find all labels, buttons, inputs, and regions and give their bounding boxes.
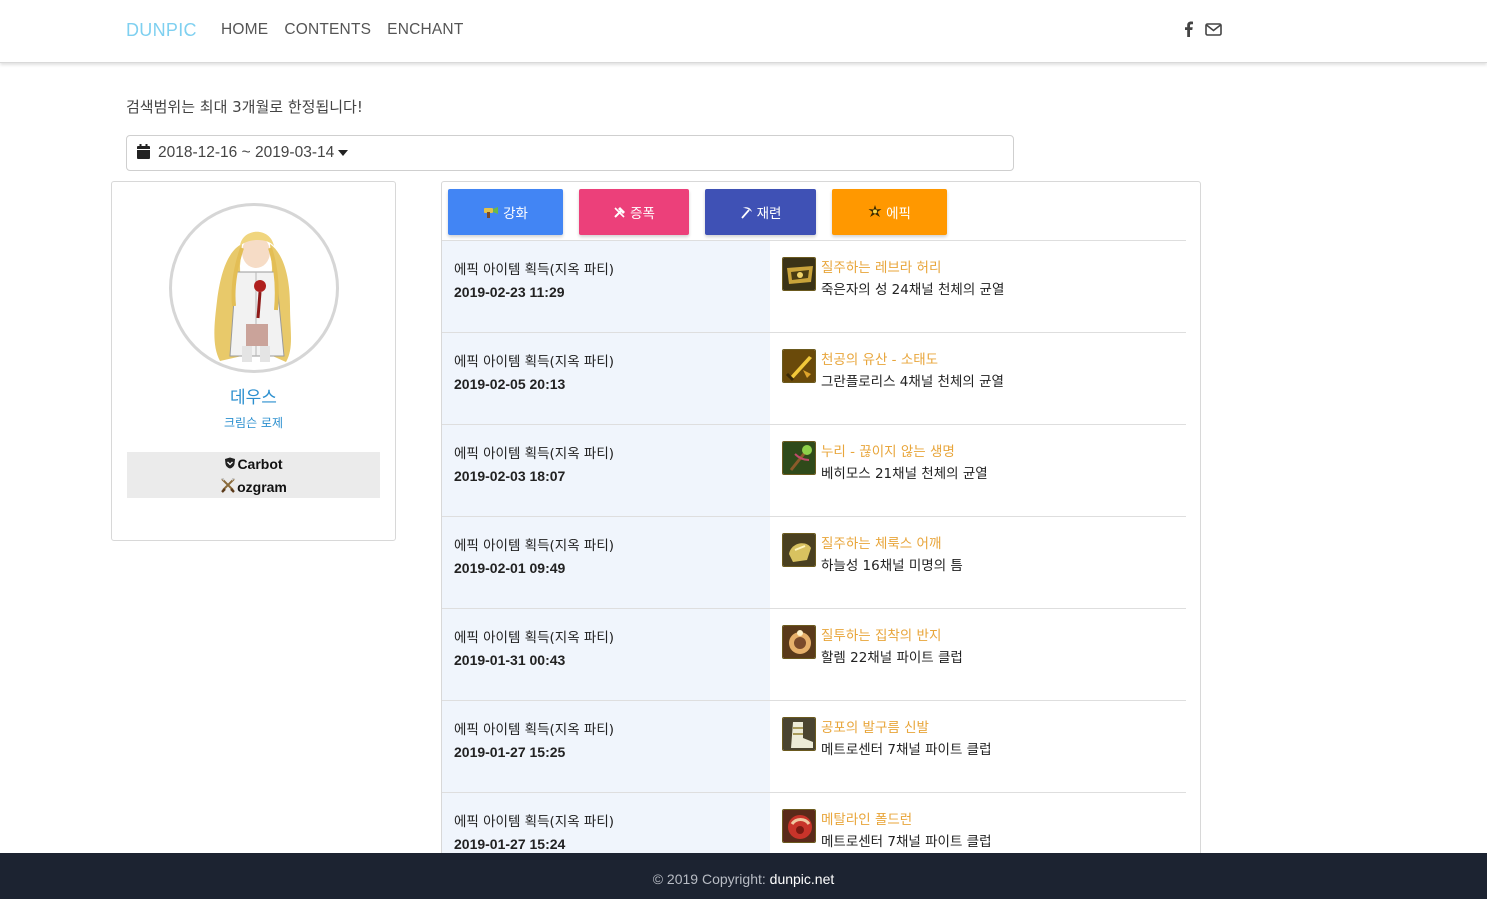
timeline-row: 에픽 아이템 획득(지옥 파티) 2019-02-03 18:07 누리 - 끊… xyxy=(442,424,1186,516)
item-name[interactable]: 질투하는 집착의 반지 xyxy=(821,625,941,647)
item-location: 죽은자의 성 24채널 천체의 균열 xyxy=(821,282,1005,298)
waist-armor-icon[interactable] xyxy=(782,257,816,291)
character-name[interactable]: 데우스 xyxy=(112,383,395,408)
timeline-row-meta: 에픽 아이템 획득(지옥 파티) 2019-02-05 20:13 xyxy=(442,333,770,424)
footer-copyright: © 2019 Copyright: xyxy=(652,871,770,887)
nav-link-enchant[interactable]: ENCHANT xyxy=(387,21,463,39)
nav-link-home[interactable]: HOME xyxy=(221,21,268,39)
pickaxe-icon xyxy=(740,206,753,219)
crossed-swords-icon xyxy=(220,477,237,496)
filter-refine-label: 재련 xyxy=(756,206,782,222)
event-datetime: 2019-02-23 11:29 xyxy=(454,284,565,300)
nav-links: HOME CONTENTS ENCHANT xyxy=(221,21,464,39)
item-name[interactable]: 질주하는 체룩스 어깨 xyxy=(821,533,941,555)
adventure-name: Carbot xyxy=(237,455,283,472)
timeline-row-meta: 에픽 아이템 획득(지옥 파티) 2019-01-31 00:43 xyxy=(442,609,770,700)
event-datetime: 2019-02-05 20:13 xyxy=(454,376,566,392)
timeline-row: 에픽 아이템 획득(지옥 파티) 2019-02-01 09:49 질주하는 체… xyxy=(442,516,1186,608)
filter-amplify-label: 증폭 xyxy=(630,206,655,222)
item-name[interactable]: 천공의 유산 - 소태도 xyxy=(821,349,938,371)
pauldron-icon[interactable] xyxy=(782,809,816,843)
timeline-panel: 강화 증폭 재련 에픽 에픽 아이템 획득(지옥 파티) 2019-02-23 … xyxy=(441,181,1201,881)
filter-enchant-button[interactable]: 강화 xyxy=(448,189,563,235)
timeline-row-meta: 에픽 아이템 획득(지옥 파티) 2019-02-01 09:49 xyxy=(442,517,770,608)
guild-row: ozgram xyxy=(127,475,380,498)
date-range-picker[interactable]: 2018-12-16 ~ 2019-03-14 xyxy=(126,135,1014,171)
timeline-row: 에픽 아이템 획득(지옥 파티) 2019-02-23 11:29 질주하는 레… xyxy=(442,240,1186,332)
search-range-notice: 검색범위는 최대 3개월로 한정됩니다! xyxy=(126,98,363,116)
guild-name: ozgram xyxy=(237,478,287,495)
footer-site-link[interactable]: dunpic.net xyxy=(770,871,835,887)
timeline-row-meta: 에픽 아이템 획득(지옥 파티) 2019-01-27 15:25 xyxy=(442,701,770,792)
event-datetime: 2019-01-31 00:43 xyxy=(454,652,566,668)
event-datetime: 2019-01-27 15:25 xyxy=(454,744,566,760)
brand-logo[interactable]: DUNPIC xyxy=(126,20,197,41)
timeline-row: 에픽 아이템 획득(지옥 파티) 2019-02-05 20:13 천공의 유산… xyxy=(442,332,1186,424)
filter-amplify-button[interactable]: 증폭 xyxy=(579,189,689,235)
event-datetime: 2019-02-01 09:49 xyxy=(454,560,566,576)
character-avatar xyxy=(169,203,339,373)
item-location: 메트로센터 7채널 파이트 클럽 xyxy=(821,742,992,758)
envelope-icon[interactable] xyxy=(1205,22,1222,36)
event-type: 에픽 아이템 획득(지옥 파티) xyxy=(454,814,615,830)
item-name[interactable]: 메탈라인 폴드런 xyxy=(821,809,912,831)
date-range-value: 2018-12-16 ~ 2019-03-14 xyxy=(158,144,335,161)
event-datetime: 2019-02-03 18:07 xyxy=(454,468,566,484)
filter-enchant-label: 강화 xyxy=(503,206,528,222)
enchant-hammer-icon xyxy=(483,206,499,219)
filter-refine-button[interactable]: 재련 xyxy=(705,189,816,235)
character-profile-card: 데우스 크림슨 로제 Carbot ozgram xyxy=(111,181,396,541)
shield-icon xyxy=(224,456,237,472)
epic-star-icon xyxy=(868,205,882,219)
event-type: 에픽 아이템 획득(지옥 파티) xyxy=(454,538,615,554)
item-location: 하늘성 16채널 미명의 틈 xyxy=(821,558,963,574)
amplify-tools-icon xyxy=(613,206,626,219)
item-name[interactable]: 공포의 발구름 신발 xyxy=(821,717,929,739)
sword-icon[interactable] xyxy=(782,349,816,383)
affiliation-box: Carbot ozgram xyxy=(127,452,380,498)
shoulder-armor-icon[interactable] xyxy=(782,533,816,567)
event-datetime: 2019-01-27 15:24 xyxy=(454,836,566,852)
adventure-row: Carbot xyxy=(127,452,380,475)
event-type: 에픽 아이템 획득(지옥 파티) xyxy=(454,446,615,462)
event-type: 에픽 아이템 획득(지옥 파티) xyxy=(454,354,615,370)
item-location: 베히모스 21채널 천체의 균열 xyxy=(821,466,988,482)
event-type: 에픽 아이템 획득(지옥 파티) xyxy=(454,262,615,278)
item-location: 할렘 22채널 파이트 클럽 xyxy=(821,650,963,666)
ring-icon[interactable] xyxy=(782,625,816,659)
social-links xyxy=(1184,21,1222,37)
facebook-icon[interactable] xyxy=(1184,21,1193,37)
timeline-list: 에픽 아이템 획득(지옥 파티) 2019-02-23 11:29 질주하는 레… xyxy=(442,240,1186,880)
footer: © 2019 Copyright: dunpic.net xyxy=(0,853,1487,899)
navbar: DUNPIC HOME CONTENTS ENCHANT xyxy=(0,0,1487,63)
item-location: 메트로센터 7채널 파이트 클럽 xyxy=(821,834,992,850)
item-location: 그란플로리스 4채널 천체의 균열 xyxy=(821,374,1004,390)
timeline-row-meta: 에픽 아이템 획득(지옥 파티) 2019-02-03 18:07 xyxy=(442,425,770,516)
item-name[interactable]: 누리 - 끊이지 않는 생명 xyxy=(821,441,955,463)
timeline-row-meta: 에픽 아이템 획득(지옥 파티) 2019-02-23 11:29 xyxy=(442,241,770,332)
timeline-row: 에픽 아이템 획득(지옥 파티) 2019-01-31 00:43 질투하는 집… xyxy=(442,608,1186,700)
item-name[interactable]: 질주하는 레브라 허리 xyxy=(821,257,941,279)
character-class: 크림슨 로제 xyxy=(223,416,283,430)
calendar-icon xyxy=(137,143,150,163)
filter-epic-button[interactable]: 에픽 xyxy=(832,189,947,235)
staff-icon[interactable] xyxy=(782,441,816,475)
nav-link-contents[interactable]: CONTENTS xyxy=(284,21,371,39)
caret-down-icon xyxy=(338,150,349,156)
boots-icon[interactable] xyxy=(782,717,816,751)
event-type: 에픽 아이템 획득(지옥 파티) xyxy=(454,630,615,646)
filter-epic-label: 에픽 xyxy=(886,206,911,222)
event-type: 에픽 아이템 획득(지옥 파티) xyxy=(454,722,615,738)
timeline-row: 에픽 아이템 획득(지옥 파티) 2019-01-27 15:25 공포의 발구… xyxy=(442,700,1186,792)
